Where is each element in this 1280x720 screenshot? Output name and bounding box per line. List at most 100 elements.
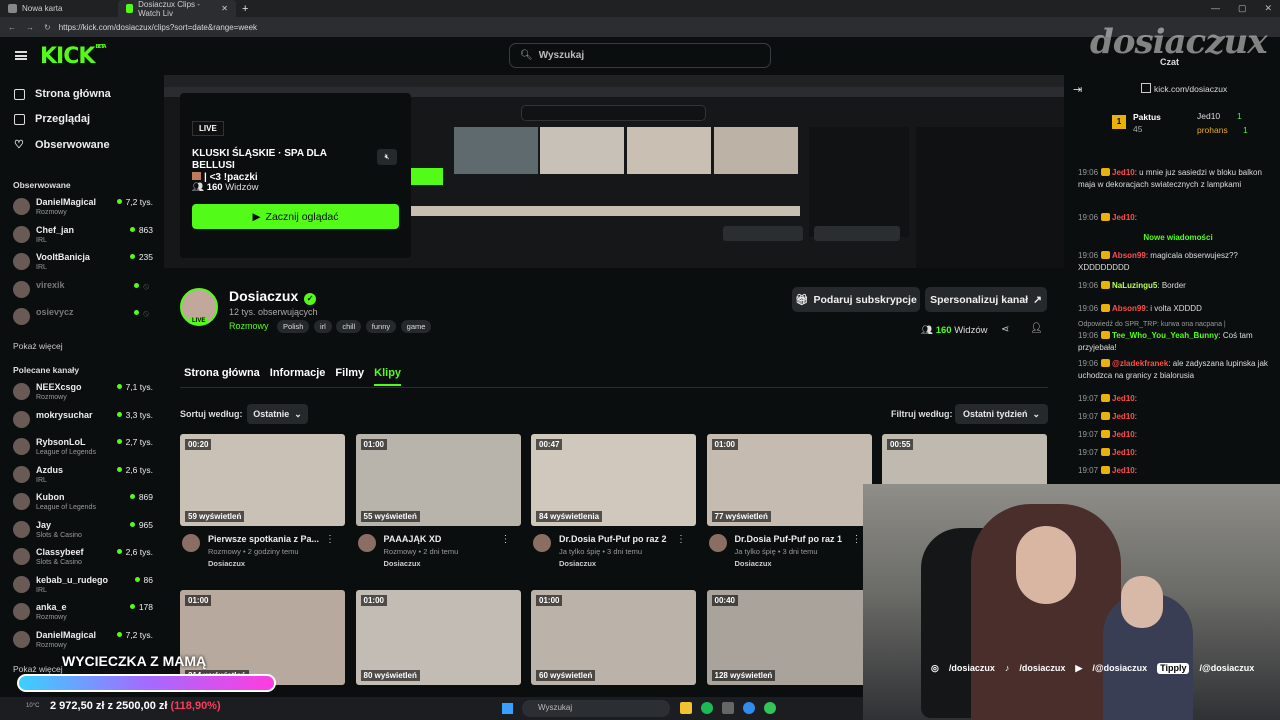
clip-views: 128 wyświetleń xyxy=(711,670,776,681)
sidebar-channel[interactable]: NEEXcsgo Rozmowy 7,1 tys. xyxy=(13,380,153,406)
url-field[interactable]: https://kick.com/dosiaczux/clips?sort=da… xyxy=(59,23,257,32)
clip-channel[interactable]: Dosiaczux xyxy=(384,559,421,568)
app-icon[interactable] xyxy=(764,702,776,714)
forward-icon[interactable]: → xyxy=(26,23,34,32)
back-icon[interactable]: ← xyxy=(8,23,16,32)
clip-title[interactable]: Dr.Dosia Puf-Puf po raz 2 xyxy=(559,534,667,544)
browser-tab-kick[interactable]: Dosiaczux Clips - Watch Liv ✕ xyxy=(118,0,236,18)
clip-title[interactable]: Pierwsze spotkania z Pa... xyxy=(208,534,319,544)
clip-thumbnail[interactable]: 01:00 80 wyświetleń xyxy=(355,590,521,685)
clip-channel[interactable]: Dosiaczux xyxy=(559,559,596,568)
clip-thumbnail[interactable]: 00:20 59 wyświetleń xyxy=(180,434,345,526)
tag-chip[interactable]: chill xyxy=(336,320,362,333)
sidebar-channel[interactable]: virexik ⦸ xyxy=(13,278,153,304)
start-icon[interactable] xyxy=(502,703,513,714)
tab-home[interactable]: Strona główna xyxy=(184,367,260,386)
avatar[interactable] xyxy=(533,534,551,552)
sidebar-channel[interactable]: VooltBanicja IRL 235 xyxy=(13,250,153,276)
tab-clips[interactable]: Klipy xyxy=(374,367,402,386)
more-options-icon[interactable]: ⋮ xyxy=(676,534,686,545)
chat-username[interactable]: Jed10 xyxy=(1112,412,1135,421)
tag-chip[interactable]: funny xyxy=(365,320,397,333)
browser-tab-new[interactable]: Nowa karta xyxy=(0,0,118,17)
kick-logo[interactable]: KICKBETA xyxy=(40,44,107,69)
gift-subscription-button[interactable]: 🎁︎ Podaruj subskrypcje xyxy=(792,287,920,312)
sidebar-channel[interactable]: Chef_jan IRL 863 xyxy=(13,223,153,249)
sidebar-channel[interactable]: DanielMagical Rozmowy 7,2 tys. xyxy=(13,195,153,221)
avatar[interactable] xyxy=(357,534,376,552)
sidebar-channel[interactable]: DanielMagical Rozmowy 7,2 tys. xyxy=(13,628,153,654)
chat-username[interactable]: NaLuzingu5 xyxy=(1112,281,1157,290)
clip-thumbnail[interactable]: 01:00 55 wyświetleń xyxy=(355,434,521,526)
show-more-link[interactable]: Pokaż więcej xyxy=(13,341,63,351)
clip-channel[interactable]: Dosiaczux xyxy=(208,559,245,568)
sidebar-item-browse[interactable]: Przeglądaj xyxy=(14,113,90,125)
sidebar-channel[interactable]: Jay Slots & Casino 965 xyxy=(13,518,153,544)
clip-channel[interactable]: Dosiaczux xyxy=(735,559,772,568)
clip-title[interactable]: PAAAJĄK XD xyxy=(384,534,442,544)
chat-username[interactable]: Jed10 xyxy=(1112,448,1135,457)
new-tab-button[interactable]: + xyxy=(242,3,248,15)
more-options-icon[interactable]: ⋮ xyxy=(852,534,862,545)
weather-widget[interactable]: 10°C xyxy=(26,703,39,709)
sidebar-channel[interactable]: mokrysuchar 3,3 tys. xyxy=(13,408,153,434)
taskbar-search[interactable]: Wyszukaj xyxy=(522,700,670,717)
share-icon[interactable]: ⋖ xyxy=(1001,324,1009,335)
collapse-chat-icon[interactable]: ⇥ xyxy=(1073,83,1082,96)
chat-username[interactable]: Tee_Who_You_Yeah_Bunny xyxy=(1112,331,1218,340)
offline-icon: ⦸ xyxy=(134,308,149,319)
channel-category[interactable]: Rozmowy xyxy=(229,321,269,331)
chat-username[interactable]: Jed10 xyxy=(1112,213,1135,222)
tag-chip[interactable]: game xyxy=(400,320,432,333)
chat-username[interactable]: Abson99 xyxy=(1112,304,1146,313)
chat-username[interactable]: Jed10 xyxy=(1112,168,1135,177)
app-icon[interactable] xyxy=(722,702,734,714)
sidebar-channel[interactable]: Classybeef Slots & Casino 2,6 tys. xyxy=(13,545,153,571)
sidebar-channel[interactable]: kebab_u_rudego IRL 86 xyxy=(13,573,153,599)
avatar[interactable] xyxy=(708,534,727,552)
clip-thumbnail[interactable]: 01:00214 wyświetleń xyxy=(180,590,345,685)
chat-username[interactable]: Jed10 xyxy=(1112,466,1135,475)
avatar[interactable] xyxy=(182,534,200,552)
customize-channel-button[interactable]: Spersonalizuj kanał ↗ xyxy=(925,287,1047,312)
menu-icon[interactable] xyxy=(15,51,27,60)
sidebar-channel[interactable]: RybsonLoL League of Legends 2,7 tys. xyxy=(13,435,153,461)
tab-info[interactable]: Informacje xyxy=(270,367,326,386)
social-handle: /@dosiaczux xyxy=(1092,663,1148,673)
tag-chip[interactable]: Polish xyxy=(277,320,310,333)
sidebar-channel[interactable]: Kubon League of Legends 869 xyxy=(13,490,153,516)
sidebar-item-home[interactable]: Strona główna xyxy=(14,88,111,100)
clip-thumbnail[interactable]: 00:40 128 wyświetleń xyxy=(706,590,872,685)
sort-select[interactable]: Ostatnie ⌄ xyxy=(247,404,308,424)
clip-title[interactable]: Dr.Dosia Puf-Puf po raz 1 xyxy=(735,534,843,544)
close-window-icon[interactable]: ✕ xyxy=(1264,3,1272,14)
start-watching-button[interactable]: ▶ Zacznij oglądać xyxy=(192,204,399,229)
clip-thumbnail[interactable]: 01:00 60 wyświetleń xyxy=(531,590,696,685)
tab-videos[interactable]: Filmy xyxy=(335,367,364,386)
tag-chip[interactable]: irl xyxy=(313,320,332,333)
more-options-icon[interactable]: ⋮ xyxy=(325,534,335,545)
sidebar-item-following[interactable]: ♡ Obserwowane xyxy=(14,138,110,152)
clip-thumbnail[interactable]: 01:00 77 wyświetleń xyxy=(706,434,872,526)
sidebar-channel[interactable]: osievycz ⦸ xyxy=(13,305,153,331)
sidebar-channel[interactable]: anka_e Rozmowy 178 xyxy=(13,600,153,626)
maximize-icon[interactable]: ▢ xyxy=(1238,3,1247,14)
sidebar-channel[interactable]: Azdus IRL 2,6 tys. xyxy=(13,463,153,489)
app-icon[interactable] xyxy=(680,702,692,714)
chat-username[interactable]: Jed10 xyxy=(1112,394,1135,403)
chat-username[interactable]: Jed10 xyxy=(1112,430,1135,439)
show-more-link-2[interactable]: Pokaż więcej xyxy=(13,664,63,674)
minimize-icon[interactable]: — xyxy=(1211,3,1220,14)
search-input[interactable]: 🔍︎ Wyszukaj xyxy=(509,43,771,68)
more-options-icon[interactable]: ⋮ xyxy=(501,534,511,545)
mute-button[interactable]: 🔇︎ xyxy=(377,149,397,165)
reload-icon[interactable]: ↻ xyxy=(44,23,51,32)
user-icon[interactable]: 👤︎ xyxy=(1030,323,1043,334)
filter-select[interactable]: Ostatni tydzień ⌄ xyxy=(955,404,1048,424)
clip-thumbnail[interactable]: 00:47 84 wyświetlenia xyxy=(531,434,696,526)
app-icon[interactable] xyxy=(743,702,755,714)
app-icon[interactable] xyxy=(701,702,713,714)
close-tab-icon[interactable]: ✕ xyxy=(221,4,228,13)
chat-username[interactable]: Abson99 xyxy=(1112,251,1146,260)
chat-username[interactable]: @zladekfranek xyxy=(1112,359,1168,368)
